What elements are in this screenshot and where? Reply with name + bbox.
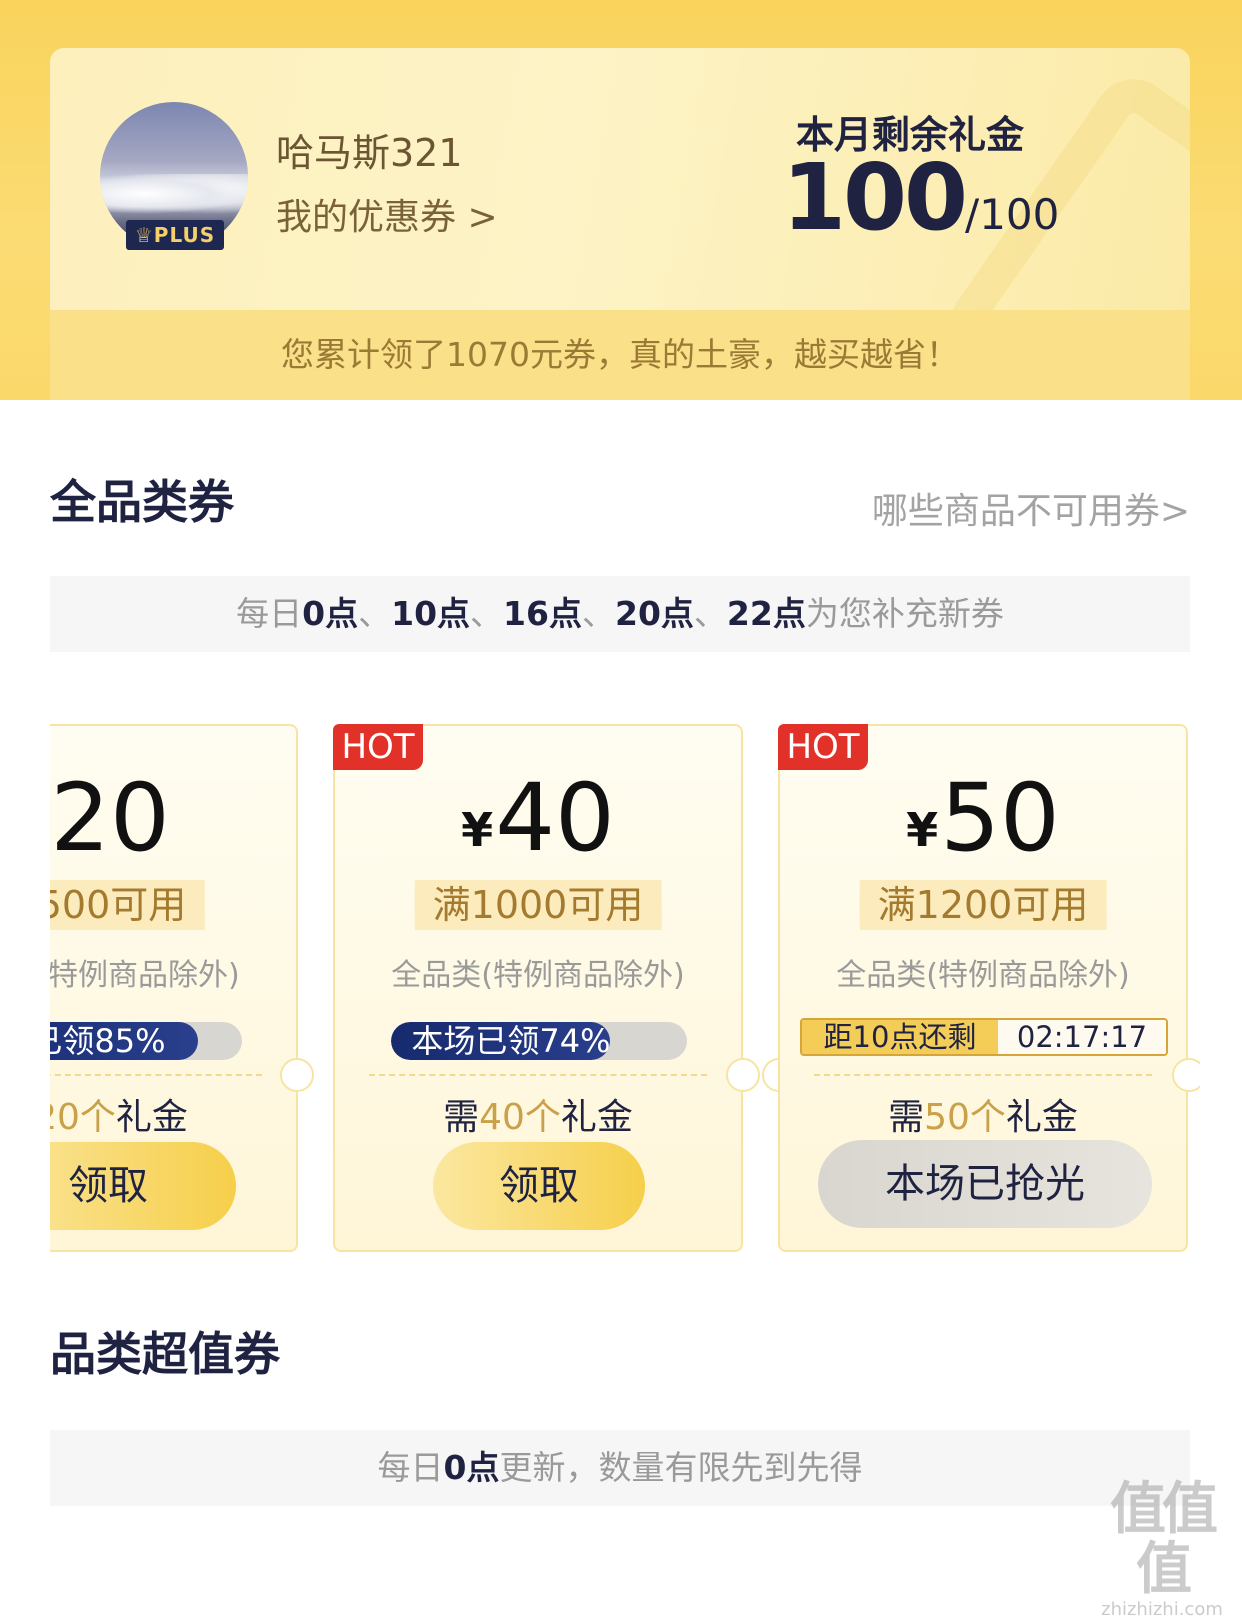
coupon-scope: 全品类(特例商品除外) — [50, 958, 240, 993]
cost-text: 礼金 — [115, 1097, 188, 1138]
coupon-card[interactable]: HOT ¥40 满1000可用 全品类(特例商品除外) 本场已领74% 需40个… — [333, 724, 743, 1252]
coupon-carousel[interactable]: ¥20 满500可用 全品类(特例商品除外) 本场已领85% 需20个礼金 领取… — [50, 724, 1200, 1256]
claim-progress-label: 本场已领74% — [411, 1022, 611, 1060]
notice-text: 、 — [470, 594, 504, 633]
claim-progress-label: 本场已领85% — [50, 1022, 166, 1060]
section-title-category-deals: 品类超值券 — [50, 1327, 280, 1381]
coupon-condition: 满500可用 — [50, 880, 205, 930]
coupon-value: 40 — [495, 764, 615, 873]
ticket-notch — [726, 1058, 760, 1092]
crown-icon: ♕ — [134, 223, 154, 247]
balance-total: /100 — [965, 190, 1060, 239]
coupon-amount: ¥20 — [50, 764, 296, 873]
coupon-scope: 全品类(特例商品除外) — [391, 958, 685, 993]
member-card: ♕PLUS 哈马斯321 我的优惠券 > 本月剩余礼金 100/100 您累计领… — [50, 48, 1190, 400]
username: 哈马斯321 — [276, 131, 463, 175]
divider — [369, 1074, 707, 1076]
cost-text: 需 — [443, 1097, 480, 1138]
notice-text: 、 — [581, 594, 615, 633]
notice-time: 0点 — [302, 594, 359, 633]
update-notice: 每日0点更新，数量有限先到先得 — [50, 1430, 1190, 1506]
cost-text: 礼金 — [560, 1097, 633, 1138]
coupon-cost: 需40个礼金 — [335, 1088, 741, 1140]
summary-banner: 您累计领了1070元券，真的土豪，越买越省！ — [50, 310, 1190, 400]
ticket-notch — [280, 1058, 314, 1092]
notice-text: 每日 — [377, 1448, 444, 1487]
cost-text: 礼金 — [1005, 1097, 1078, 1138]
section-title-all-category: 全品类券 — [50, 475, 234, 529]
notice-time: 10点 — [391, 594, 471, 633]
notice-time: 20点 — [614, 594, 694, 633]
sold-out-button[interactable]: 本场已抢光 — [818, 1140, 1152, 1228]
notice-time: 22点 — [726, 594, 806, 633]
notice-text: 每日 — [236, 594, 303, 633]
notice-text: 更新，数量有限先到先得 — [499, 1448, 863, 1487]
coupon-value: 20 — [50, 764, 170, 873]
balance-value: 100/100 — [782, 144, 1059, 251]
ticket-notch — [1172, 1058, 1200, 1092]
site-watermark: 值值值 zhizhizhi.com — [1092, 1480, 1232, 1620]
coupon-condition: 满1000可用 — [414, 880, 662, 930]
claim-progress: 本场已领74% — [391, 1022, 687, 1060]
countdown-time: 02:17:17 — [998, 1020, 1166, 1054]
cost-text: 需 — [888, 1097, 925, 1138]
watermark-logo: 值值值 — [1110, 1477, 1218, 1602]
claim-progress: 本场已领85% — [50, 1022, 242, 1060]
avatar-clouds — [100, 174, 248, 214]
claim-button[interactable]: 领取 — [50, 1142, 236, 1230]
currency-symbol: ¥ — [461, 803, 494, 857]
claim-button[interactable]: 领取 — [433, 1142, 645, 1230]
notice-time: 16点 — [503, 594, 582, 633]
plus-badge: ♕PLUS — [126, 220, 224, 250]
coupon-card[interactable]: HOT ¥50 满1200可用 全品类(特例商品除外) 距10点还剩 02:17… — [778, 724, 1188, 1252]
notice-text: 为您补充新券 — [805, 594, 1004, 633]
notice-time: 0点 — [443, 1448, 500, 1487]
divider — [814, 1074, 1152, 1076]
cost-amount: 20个 — [50, 1097, 116, 1138]
coupon-cost: 需50个礼金 — [780, 1088, 1186, 1140]
balance-current: 100 — [782, 144, 968, 251]
coupon-condition: 满1200可用 — [859, 880, 1107, 930]
my-coupons-link[interactable]: 我的优惠券 > — [276, 188, 498, 240]
countdown-timer: 距10点还剩 02:17:17 — [800, 1018, 1168, 1056]
countdown-label: 距10点还剩 — [802, 1020, 998, 1054]
coupon-amount: ¥40 — [335, 764, 741, 873]
coupon-value: 50 — [940, 764, 1060, 873]
coupon-amount: ¥50 — [780, 764, 1186, 873]
cost-amount: 50个 — [924, 1097, 1006, 1138]
notice-text: 、 — [693, 594, 727, 633]
excluded-products-link[interactable]: 哪些商品不可用券> — [872, 482, 1190, 534]
divider — [50, 1074, 262, 1076]
coupon-cost: 需20个礼金 — [50, 1088, 296, 1140]
notice-text: 、 — [358, 594, 392, 633]
refill-notice: 每日0点、10点、16点、20点、22点为您补充新券 — [50, 576, 1190, 652]
coupon-card[interactable]: ¥20 满500可用 全品类(特例商品除外) 本场已领85% 需20个礼金 领取 — [50, 724, 298, 1252]
currency-symbol: ¥ — [906, 803, 939, 857]
cost-amount: 40个 — [479, 1097, 561, 1138]
plus-badge-label: PLUS — [153, 223, 216, 247]
coupon-scope: 全品类(特例商品除外) — [836, 958, 1130, 993]
watermark-url: zhizhizhi.com — [1101, 1599, 1223, 1620]
